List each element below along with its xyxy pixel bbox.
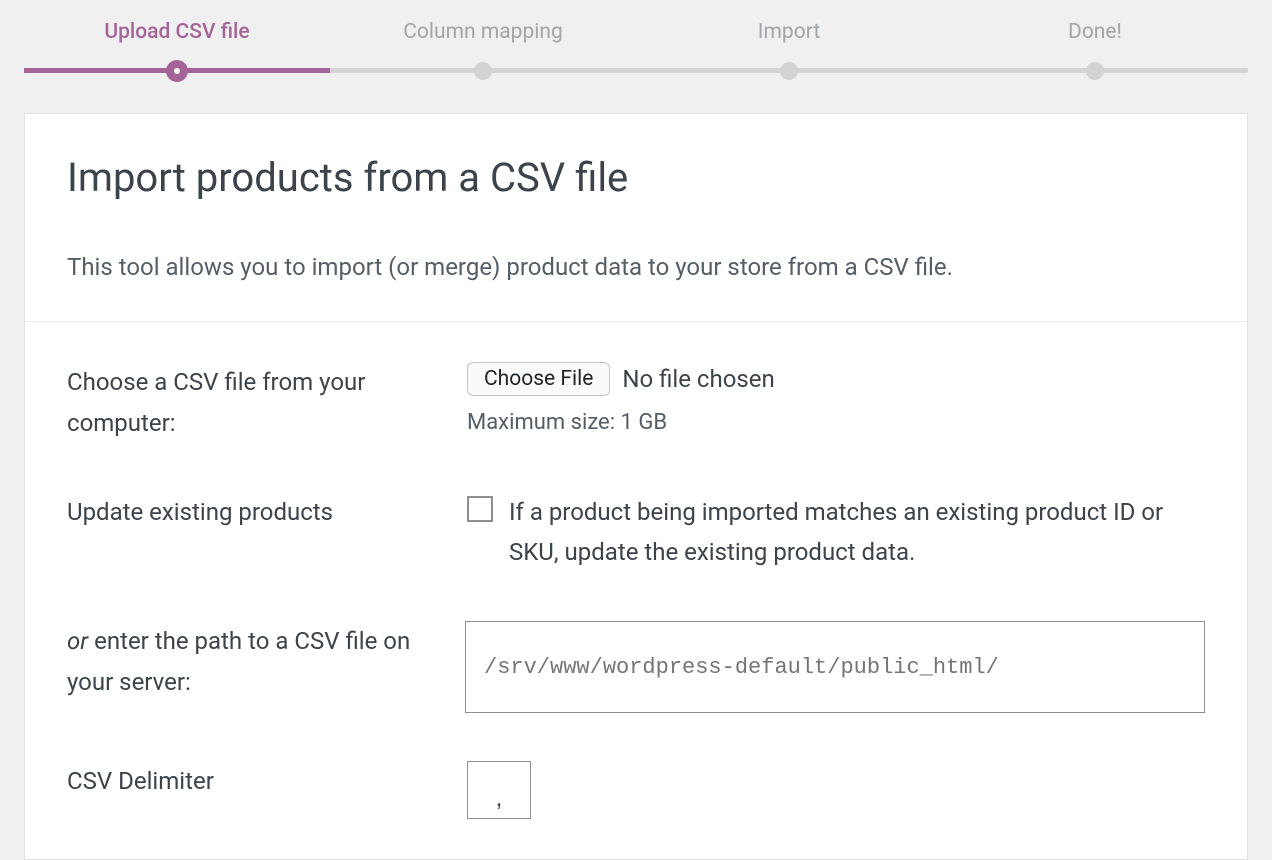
step-dot-upload — [166, 60, 188, 82]
control-server-path — [465, 621, 1205, 713]
label-update-existing: Update existing products — [67, 492, 467, 533]
row-choose-file: Choose a CSV file from your computer: Ch… — [67, 362, 1205, 444]
step-import[interactable]: Import — [636, 20, 942, 44]
delimiter-input[interactable] — [467, 761, 531, 819]
label-server-path: or enter the path to a CSV file on your … — [67, 621, 465, 703]
file-line: Choose File No file chosen — [467, 362, 1205, 396]
card-header: Import products from a CSV file This too… — [25, 114, 1247, 322]
import-card: Import products from a CSV file This too… — [24, 113, 1248, 860]
label-choose-file: Choose a CSV file from your computer: — [67, 362, 467, 444]
step-done[interactable]: Done! — [942, 20, 1248, 44]
step-dot-mapping — [474, 62, 492, 80]
row-server-path: or enter the path to a CSV file on your … — [67, 621, 1205, 713]
label-server-path-prefix: or — [67, 627, 88, 655]
update-existing-description: If a product being imported matches an e… — [509, 492, 1205, 574]
step-dot-done — [1086, 62, 1104, 80]
step-mapping[interactable]: Column mapping — [330, 20, 636, 44]
server-path-input[interactable] — [465, 621, 1205, 713]
control-delimiter — [467, 761, 1205, 819]
page-title: Import products from a CSV file — [67, 154, 1205, 201]
control-choose-file: Choose File No file chosen Maximum size:… — [467, 362, 1205, 435]
label-server-path-rest: enter the path to a CSV file on your ser… — [67, 627, 410, 696]
progress-stepper: Upload CSV file Column mapping Import Do… — [0, 0, 1272, 73]
step-track — [24, 68, 1248, 73]
control-update-existing: If a product being imported matches an e… — [467, 492, 1205, 574]
step-upload[interactable]: Upload CSV file — [24, 20, 330, 44]
card-body: Choose a CSV file from your computer: Ch… — [25, 322, 1247, 859]
row-delimiter: CSV Delimiter — [67, 761, 1205, 819]
step-labels: Upload CSV file Column mapping Import Do… — [24, 20, 1248, 44]
choose-file-button[interactable]: Choose File — [467, 362, 610, 396]
label-delimiter: CSV Delimiter — [67, 761, 467, 802]
step-dot-import — [780, 62, 798, 80]
page-subtitle: This tool allows you to import (or merge… — [67, 249, 1205, 285]
row-update-existing: Update existing products If a product be… — [67, 492, 1205, 574]
max-size-text: Maximum size: 1 GB — [467, 410, 1205, 435]
no-file-text: No file chosen — [622, 365, 774, 393]
update-existing-checkbox[interactable] — [467, 496, 493, 522]
checkbox-wrap: If a product being imported matches an e… — [467, 492, 1205, 574]
